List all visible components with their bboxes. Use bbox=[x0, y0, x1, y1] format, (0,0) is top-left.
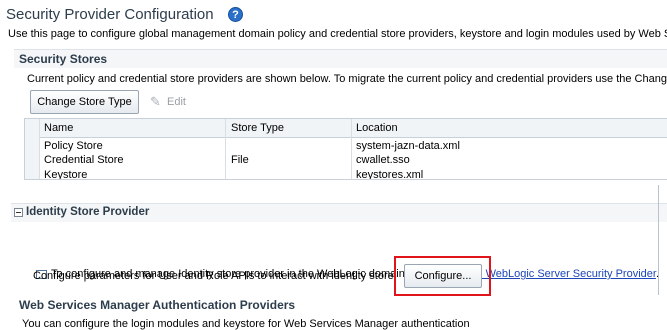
column-divider bbox=[225, 119, 226, 179]
column-header-location[interactable]: Location bbox=[356, 122, 398, 134]
wsm-auth-description: You can configure the login modules and … bbox=[22, 318, 470, 330]
identity-store-heading: Identity Store Provider bbox=[26, 206, 150, 218]
scroll-edge bbox=[658, 185, 659, 295]
column-header-name[interactable]: Name bbox=[44, 122, 73, 134]
pencil-icon: ✎ bbox=[150, 94, 161, 109]
security-stores-heading: Security Stores bbox=[19, 52, 108, 66]
page-title: Security Provider Configuration bbox=[6, 6, 214, 23]
column-header-store-type[interactable]: Store Type bbox=[231, 122, 284, 134]
table-row-location: cwallet.sso bbox=[356, 154, 410, 166]
security-stores-table: Name Store Type Location Policy Store sy… bbox=[24, 118, 667, 180]
edit-button[interactable]: Edit bbox=[167, 96, 186, 108]
change-store-type-button[interactable]: Change Store Type bbox=[30, 90, 139, 114]
table-row-name[interactable]: Policy Store bbox=[44, 140, 103, 152]
wsm-auth-heading: Web Services Manager Authentication Prov… bbox=[19, 298, 296, 312]
help-icon[interactable]: ? bbox=[228, 7, 243, 22]
configure-button[interactable]: Configure... bbox=[404, 264, 482, 288]
security-stores-header bbox=[14, 49, 667, 68]
row-selector-column bbox=[25, 119, 40, 179]
security-stores-description: Current policy and credential store prov… bbox=[27, 73, 667, 85]
page-intro: Use this page to configure global manage… bbox=[8, 28, 667, 40]
table-row-name[interactable]: Credential Store bbox=[44, 154, 124, 166]
table-row-store-type: File bbox=[231, 154, 249, 166]
table-header bbox=[25, 119, 667, 138]
column-divider bbox=[351, 119, 352, 179]
collapse-minus-icon[interactable] bbox=[14, 208, 23, 217]
identity-params-text: Configure parameters for User and Role A… bbox=[33, 270, 394, 282]
table-row-location: keystores.xml bbox=[356, 169, 424, 180]
table-row-name[interactable]: Keystore bbox=[44, 169, 87, 179]
table-row-location: system-jazn-data.xml bbox=[356, 140, 460, 152]
